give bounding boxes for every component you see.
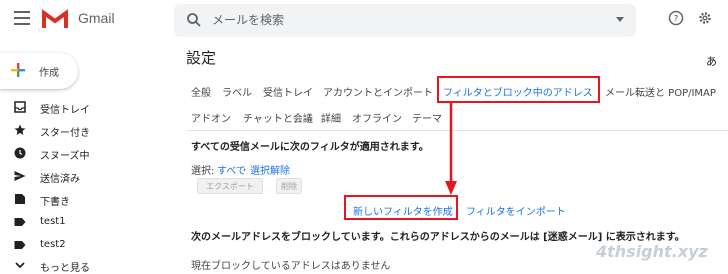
tab-accounts[interactable]: アカウントとインポート xyxy=(323,84,433,99)
tab-inbox[interactable]: 受信トレイ xyxy=(263,84,313,99)
sidebar-item-drafts[interactable]: 下書き xyxy=(40,193,70,208)
tab-general[interactable]: 全般 xyxy=(191,84,211,99)
tab-addons[interactable]: アドオン xyxy=(191,110,231,125)
menu-icon[interactable] xyxy=(14,11,30,25)
sidebar-item-starred[interactable]: スター付き xyxy=(40,124,90,139)
brand-name: Gmail xyxy=(78,10,115,26)
sidebar-item-test2[interactable]: test2 xyxy=(40,239,66,250)
tab-offline[interactable]: オフライン xyxy=(352,110,402,125)
highlight-box-create xyxy=(344,195,458,220)
expand-icon xyxy=(15,262,25,269)
help-icon[interactable]: ? xyxy=(668,10,684,26)
input-tools-button[interactable]: あ xyxy=(706,53,717,69)
svg-text:?: ? xyxy=(674,15,679,25)
page-title: 設定 xyxy=(186,49,217,67)
blocked-empty-text: 現在ブロックしているアドレスはありません xyxy=(191,261,391,272)
select-separator: , xyxy=(243,162,247,173)
tab-forwarding[interactable]: メール転送と POP/IMAP xyxy=(605,84,716,99)
search-options-icon[interactable] xyxy=(616,17,624,22)
send-icon xyxy=(14,171,26,181)
delete-button[interactable]: 削除 xyxy=(276,178,302,194)
deselect-link[interactable]: 選択解除 xyxy=(250,162,290,177)
watermark: 4thsight.xyz xyxy=(596,242,708,261)
highlight-box-tab xyxy=(437,76,600,103)
gear-icon[interactable] xyxy=(697,10,713,26)
sidebar-item-inbox[interactable]: 受信トレイ xyxy=(40,101,90,116)
sidebar-item-test1[interactable]: test1 xyxy=(40,216,66,227)
label-icon xyxy=(14,218,26,226)
sidebar-item-snoozed[interactable]: スヌーズ中 xyxy=(40,147,90,162)
blocked-heading: 次のメールアドレスをブロックしています。これらのアドレスからのメールは [迷惑メ… xyxy=(191,232,685,243)
select-label: 選択: xyxy=(191,166,215,177)
select-all-link[interactable]: すべて xyxy=(217,162,246,177)
export-button[interactable]: エクスポート xyxy=(197,178,263,194)
gmail-logo[interactable] xyxy=(42,9,68,29)
tab-labels[interactable]: ラベル xyxy=(222,84,252,99)
sidebar-item-sent[interactable]: 送信済み xyxy=(40,170,80,185)
red-arrow xyxy=(445,101,457,195)
sidebar-item-more[interactable]: もっと見る xyxy=(40,259,90,274)
search-input[interactable]: メールを検索 xyxy=(212,11,284,28)
star-icon xyxy=(14,124,26,135)
tab-themes[interactable]: テーマ xyxy=(412,110,442,125)
label-icon xyxy=(14,241,26,249)
import-filters-link[interactable]: フィルタをインポート xyxy=(466,203,566,218)
tab-chat[interactable]: チャットと会議 xyxy=(243,110,313,125)
inbox-icon xyxy=(14,101,26,113)
search-icon[interactable] xyxy=(186,12,202,28)
filters-heading: すべての受信メールに次のフィルタが適用されます。 xyxy=(191,142,429,153)
tab-advanced[interactable]: 詳細 xyxy=(321,110,341,125)
clock-icon xyxy=(14,147,26,159)
compose-label: 作成 xyxy=(39,68,59,79)
draft-icon xyxy=(15,194,25,204)
plus-icon xyxy=(11,63,25,77)
